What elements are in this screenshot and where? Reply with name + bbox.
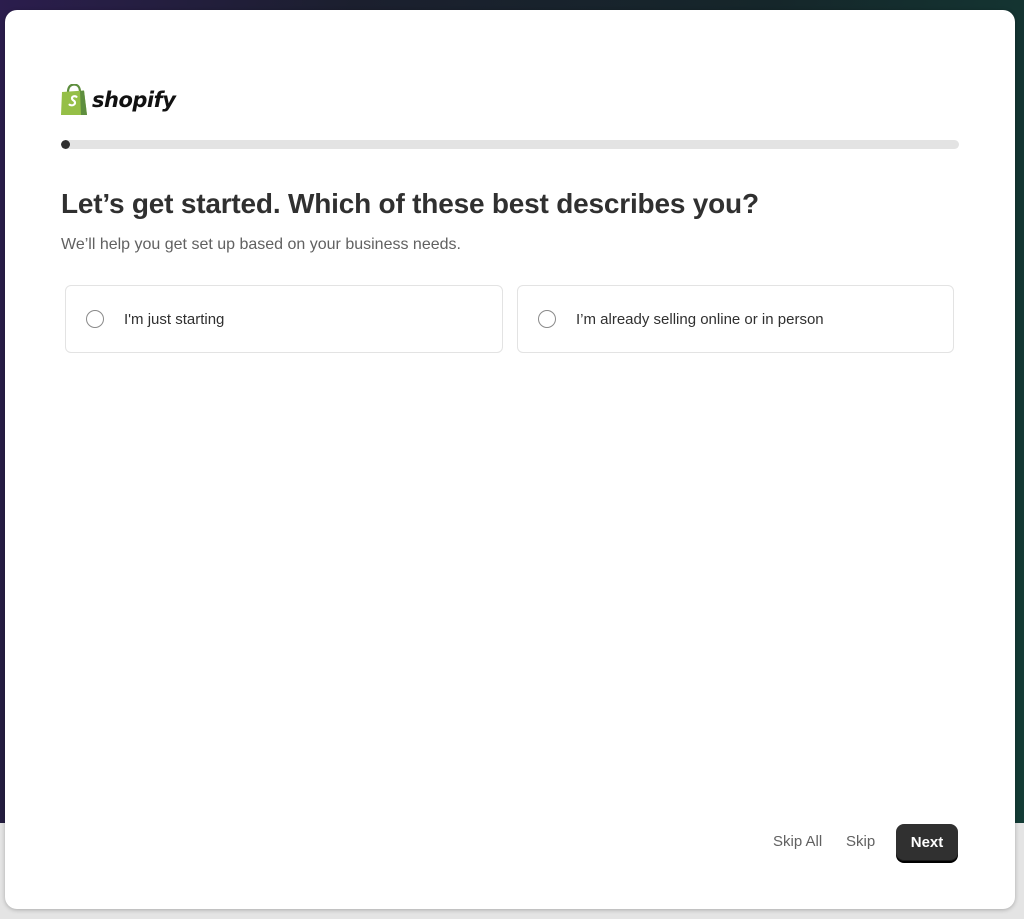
- option-already-selling[interactable]: I’m already selling online or in person: [517, 285, 954, 353]
- page-title: Let’s get started. Which of these best d…: [61, 188, 759, 219]
- radio-just-starting[interactable]: [86, 310, 104, 328]
- option-just-starting[interactable]: I'm just starting: [65, 285, 503, 353]
- page-subtitle: We’ll help you get set up based on your …: [61, 236, 461, 253]
- progress-fill: [61, 140, 70, 149]
- shopify-bag-icon: [61, 84, 87, 115]
- option-label-already-selling: I’m already selling online or in person: [576, 310, 824, 328]
- skip-button[interactable]: Skip: [846, 833, 875, 853]
- progress-bar: [61, 140, 959, 149]
- option-label-just-starting: I'm just starting: [124, 310, 225, 328]
- brand-name: shopify: [92, 88, 176, 112]
- onboarding-card: shopify Let’s get started. Which of thes…: [5, 10, 1015, 909]
- next-button[interactable]: Next: [896, 824, 958, 861]
- shopify-logo: shopify: [60, 83, 176, 117]
- skip-all-button[interactable]: Skip All: [773, 833, 822, 853]
- radio-already-selling[interactable]: [538, 310, 556, 328]
